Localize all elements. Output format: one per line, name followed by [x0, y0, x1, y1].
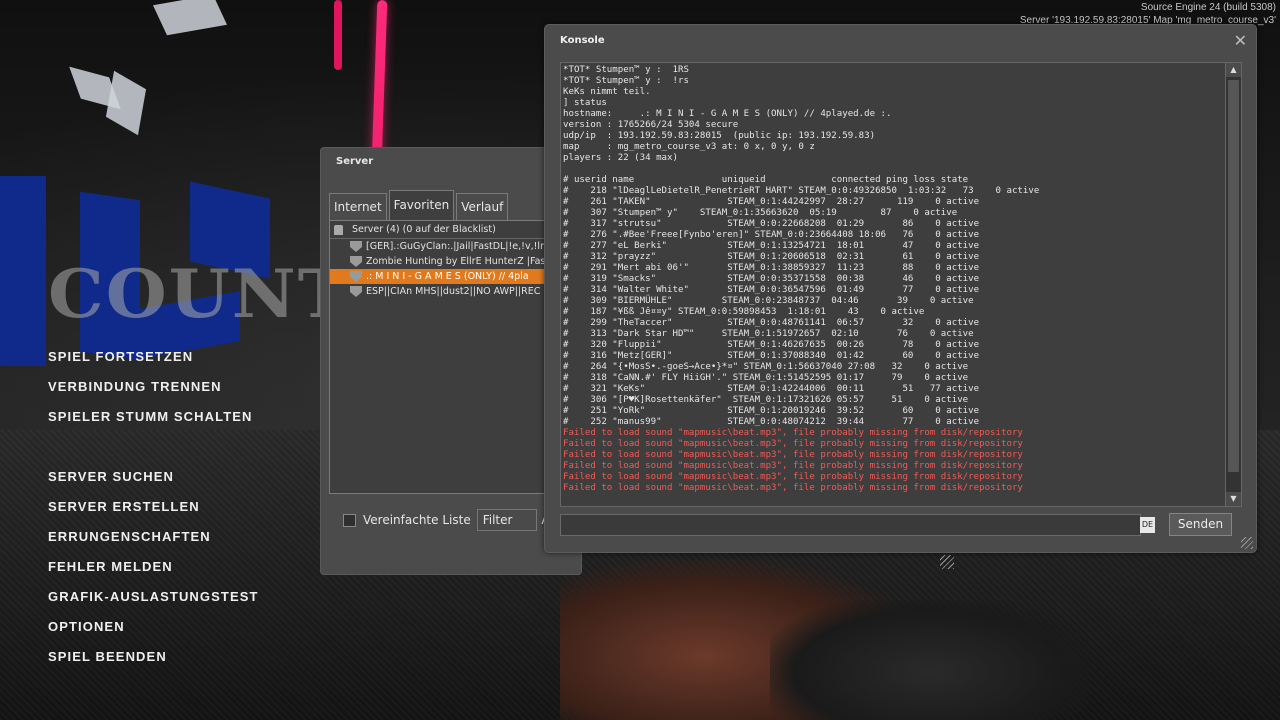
- scroll-up-icon[interactable]: ▲: [1226, 63, 1241, 77]
- filter-button[interactable]: Filter: [476, 509, 538, 531]
- console-line: # 187 "¥ßß Jê¤¤y" STEAM_0:0:59898453 1:1…: [563, 307, 925, 317]
- menu-disconnect[interactable]: VERBINDUNG TRENNEN: [48, 376, 259, 406]
- console-error-line: Failed to load sound "mapmusic\beat.mp3"…: [563, 483, 1023, 493]
- console-line: # 312 "prayzz" STEAM_0:1:20606518 02:31 …: [563, 252, 980, 262]
- menu-stress-test[interactable]: GRAFIK-AUSLASTUNGSTEST: [48, 586, 259, 616]
- console-line: # 313 "Dark Star HD™" STEAM_0:1:51972657…: [563, 329, 974, 339]
- console-line: # 299 "TheTaccer" STEAM_0:0:48761141 06:…: [563, 318, 980, 328]
- console-line: udp/ip : 193.192.59.83:28015 (public ip:…: [563, 131, 876, 141]
- close-icon[interactable]: ✕: [1234, 31, 1247, 50]
- menu-options[interactable]: OPTIONEN: [48, 616, 259, 646]
- shield-icon: [350, 286, 362, 297]
- console-line: # 252 "manus99" STEAM_0:0:48074212 39:44…: [563, 417, 980, 427]
- send-button[interactable]: Senden: [1169, 513, 1232, 536]
- player-hands: [770, 600, 1090, 720]
- laser-beam: [334, 0, 342, 70]
- tab-favorites[interactable]: Favoriten: [388, 190, 455, 222]
- console-error-line: Failed to load sound "mapmusic\beat.mp3"…: [563, 439, 1023, 449]
- server-name: ESP||CIAn MHS||dust2||NO AWP||REC: [366, 286, 541, 297]
- resize-grip[interactable]: [940, 555, 954, 569]
- main-menu: SPIEL FORTSETZEN VERBINDUNG TRENNEN SPIE…: [48, 346, 259, 676]
- console-line: # 314 "Walter White" STEAM_0:0:36547596 …: [563, 285, 980, 295]
- engine-version: Source Engine 24 (build 5308): [1140, 2, 1276, 13]
- tab-history[interactable]: Verlauf: [456, 193, 509, 220]
- console-error-line: Failed to load sound "mapmusic\beat.mp3"…: [563, 428, 1023, 438]
- console-line: # 320 "Fluppii" STEAM_0:1:46267635 00:26…: [563, 340, 980, 350]
- resize-grip[interactable]: [1241, 537, 1253, 549]
- simple-list-checkbox[interactable]: [343, 513, 356, 527]
- console-line: *TOT* Stumpen™ y : 1RS: [563, 65, 689, 75]
- wall-decoration: [105, 70, 147, 136]
- console-line: # 321 "KeKs" STEAM_0:1:42244006 00:11 51…: [563, 384, 980, 394]
- console-line: hostname: .: M I N I - G A M E S (ONLY) …: [563, 109, 892, 119]
- console-line: # 309 "BIERMÜHLE" STEAM_0:0:23848737 04:…: [563, 296, 974, 306]
- console-log: *TOT* Stumpen™ y : 1RS *TOT* Stumpen™ y :…: [563, 65, 1039, 494]
- console-line: version : 1765266/24 5304 secure: [563, 120, 739, 130]
- console-scrollbar[interactable]: ▲ ▼: [1225, 62, 1242, 507]
- menu-report-bug[interactable]: FEHLER MELDEN: [48, 556, 259, 586]
- console-window[interactable]: Konsole ✕ *TOT* Stumpen™ y : 1RS *TOT* St…: [544, 24, 1257, 553]
- menu-resume-game[interactable]: SPIEL FORTSETZEN: [48, 346, 259, 376]
- server-name: [GER].:GuGyClan:.|Jail|FastDL|!e,!v,!lr|: [366, 241, 548, 252]
- console-line: # 319 "Smacks" STEAM_0:0:35371558 00:38 …: [563, 274, 980, 284]
- console-line: players : 22 (34 max): [563, 153, 678, 163]
- server-window-title: Server: [336, 156, 374, 167]
- console-line: map : mg_metro_course_v3 at: 0 x, 0 y, 0…: [563, 142, 815, 152]
- menu-create-server[interactable]: SERVER ERSTELLEN: [48, 496, 259, 526]
- shield-icon: [350, 256, 362, 267]
- shield-icon: [350, 271, 362, 282]
- menu-find-servers[interactable]: SERVER SUCHEN: [48, 466, 259, 496]
- console-line: # 261 "TAKEN" STEAM_0:1:44242997 28:27 1…: [563, 197, 980, 207]
- console-line: # 264 "{•MosS•.-goeS→Ace•}*¤" STEAM_0:1:…: [563, 362, 969, 372]
- menu-mute-players[interactable]: SPIELER STUMM SCHALTEN: [48, 406, 259, 436]
- console-line: # 307 "Stumpen™ y" STEAM_0:1:35663620 05…: [563, 208, 958, 218]
- console-line: # 218 "lDeaglLeDietelR_PenetrieRT HART" …: [563, 186, 1040, 196]
- console-output[interactable]: *TOT* Stumpen™ y : 1RS *TOT* Stumpen™ y :…: [560, 62, 1227, 507]
- menu-achievements[interactable]: ERRUNGENSCHAFTEN: [48, 526, 259, 556]
- server-count-label: Server (4) (0 auf der Blacklist): [352, 224, 496, 235]
- scroll-down-icon[interactable]: ▼: [1226, 492, 1241, 506]
- console-line: # 318 "CaNN.#' FLY HiiGH'." STEAM_0:1:51…: [563, 373, 969, 383]
- console-line: KeKs nimmt teil.: [563, 87, 651, 97]
- console-line: # 316 "Metz[GER]" STEAM_0:1:37088340 01:…: [563, 351, 980, 361]
- server-name: Zombie Hunting by EllrE HunterZ |FastD: [366, 256, 557, 267]
- lock-icon: [334, 224, 343, 235]
- console-line: # userid name uniqueid connected ping lo…: [563, 175, 969, 185]
- wall-decoration: [153, 0, 227, 36]
- console-line: # 251 "YoRk" STEAM_0:1:20019246 39:52 60…: [563, 406, 980, 416]
- console-line: # 291 "Mert abi 06'" STEAM_0:1:38859327 …: [563, 263, 980, 273]
- server-name: .: M I N I - G A M E S (ONLY) // 4pla: [366, 271, 529, 282]
- console-line: # 317 "strutsu" STEAM_0:0:22668208 01:29…: [563, 219, 980, 229]
- console-line: # 277 "eL Berki" STEAM_0:1:13254721 18:0…: [563, 241, 980, 251]
- server-tabs: Internet Favoriten Verlauf: [329, 190, 510, 222]
- console-error-line: Failed to load sound "mapmusic\beat.mp3"…: [563, 450, 1023, 460]
- console-input[interactable]: [560, 514, 1141, 536]
- scroll-thumb[interactable]: [1228, 80, 1239, 472]
- server-browser-window[interactable]: Server Internet Favoriten Verlauf Server…: [320, 147, 582, 575]
- shield-icon: [350, 241, 362, 252]
- console-line: *TOT* Stumpen™ y : !rs: [563, 76, 689, 86]
- menu-quit-game[interactable]: SPIEL BEENDEN: [48, 646, 259, 676]
- console-error-line: Failed to load sound "mapmusic\beat.mp3"…: [563, 472, 1023, 482]
- console-line: # 306 "[P♥K]Rosettenkäfer" STEAM_0:1:173…: [563, 395, 969, 405]
- console-line: ] status: [563, 98, 607, 108]
- blue-wall-block: [0, 176, 46, 366]
- tab-internet[interactable]: Internet: [329, 193, 387, 220]
- language-indicator: DE: [1140, 517, 1155, 533]
- simple-list-label: Vereinfachte Liste: [363, 513, 471, 527]
- console-error-line: Failed to load sound "mapmusic\beat.mp3"…: [563, 461, 1023, 471]
- console-line: # 276 ".#Bee'Freee[Fynbo'eren]" STEAM_0:…: [563, 230, 980, 240]
- console-title: Konsole: [560, 35, 605, 46]
